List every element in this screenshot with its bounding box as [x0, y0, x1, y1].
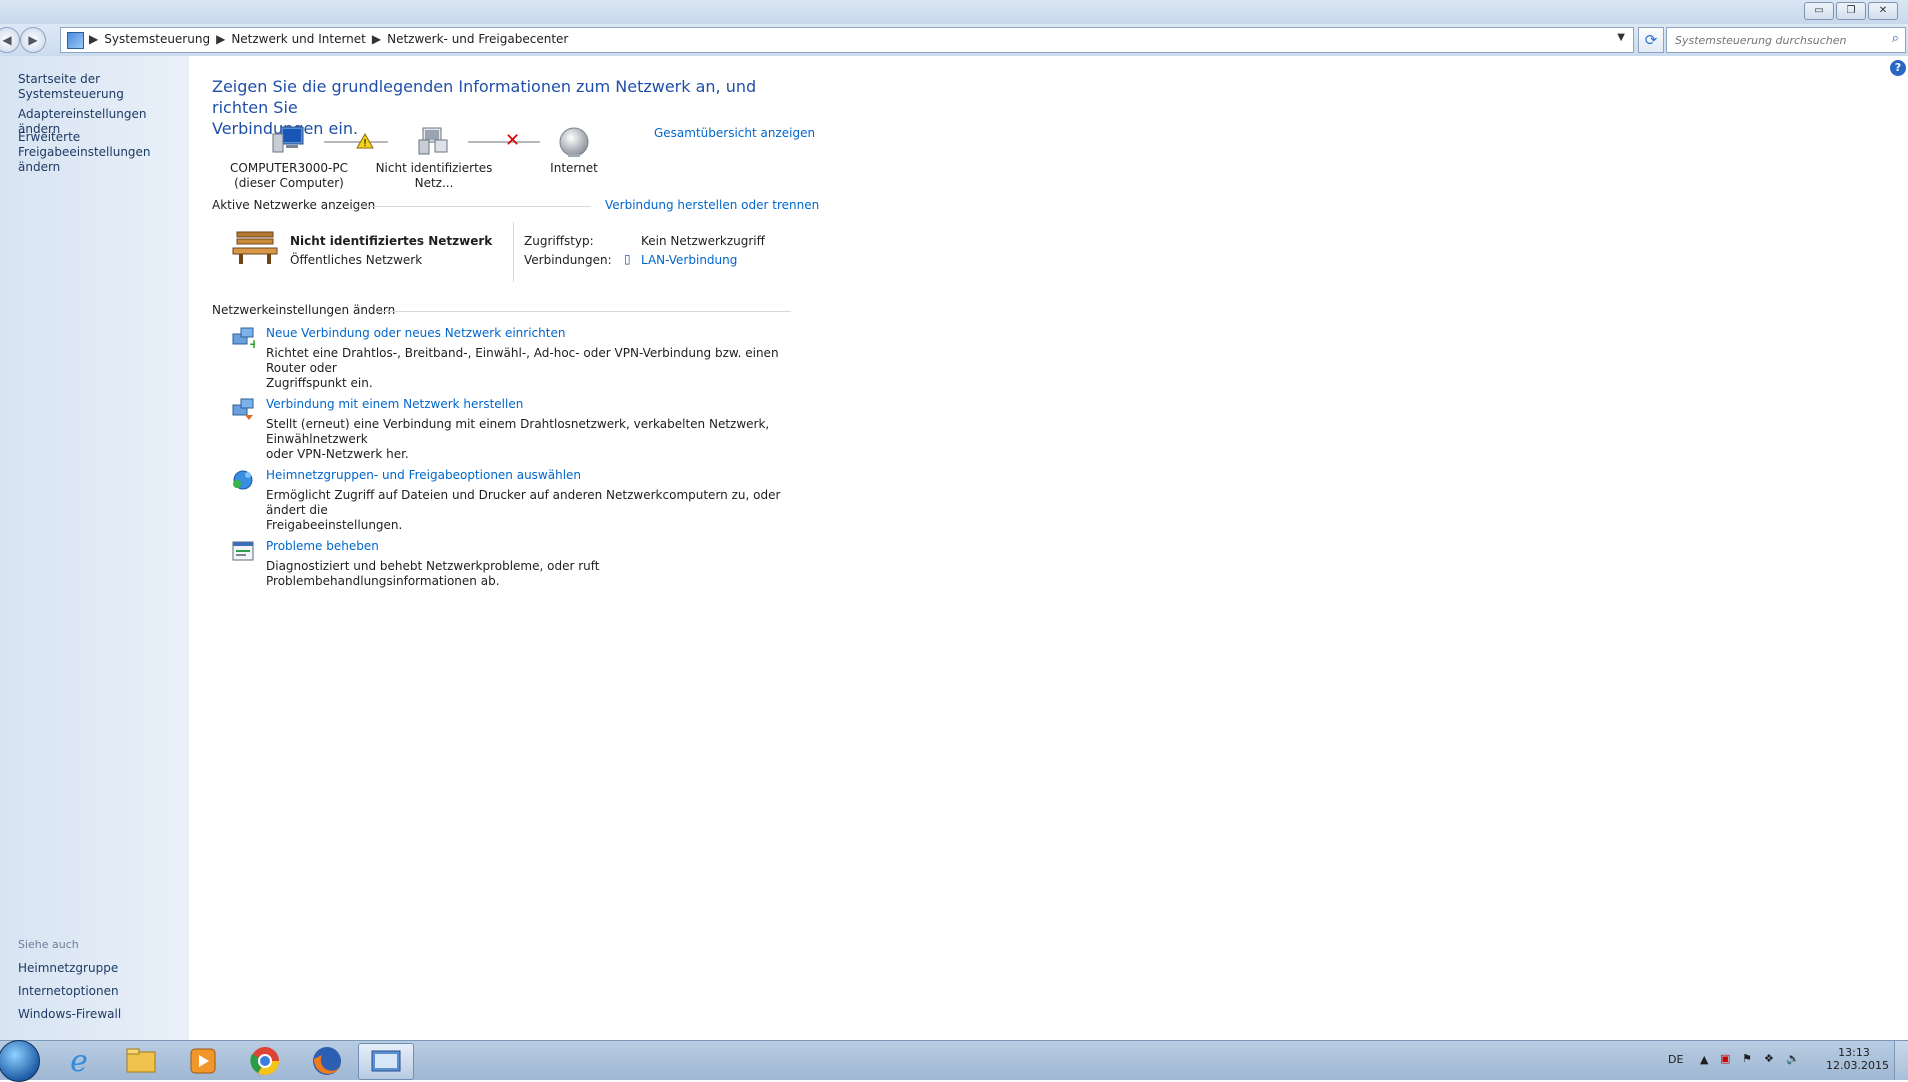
search-icon[interactable]: ⌕ [1892, 31, 1899, 46]
homegroup-icon [231, 468, 255, 492]
sidebar-item-internet-options[interactable]: Internetoptionen [18, 984, 119, 999]
breadcrumb-freigabecenter[interactable]: Netzwerk- und Freigabecenter [387, 32, 568, 46]
internet-explorer-icon[interactable]: e [52, 1043, 106, 1079]
search-box[interactable]: ⌕ [1666, 27, 1906, 53]
breadcrumb-systemsteuerung[interactable]: Systemsteuerung [104, 32, 210, 46]
lan-connection-link[interactable]: LAN-Verbindung [641, 253, 737, 267]
breadcrumb-separator-icon[interactable]: ▶ [89, 32, 98, 46]
volume-icon[interactable]: 🔊 [1786, 1052, 1800, 1065]
connect-network-icon [231, 397, 255, 421]
back-button[interactable]: ◀ [0, 27, 20, 53]
search-input[interactable] [1667, 28, 1877, 52]
task-desc-line: oder VPN-Netzwerk her. [266, 447, 409, 461]
lan-adapter-icon: ▯ [624, 252, 631, 266]
forward-button[interactable]: ▶ [20, 27, 46, 53]
navigation-bar: ◀ ▶ ▶ Systemsteuerung ▶ Netzwerk und Int… [0, 24, 1908, 56]
error-x-icon[interactable]: ✕ [505, 132, 520, 150]
control-panel-icon [67, 32, 84, 49]
computer-sub-label: (dieser Computer) [234, 176, 344, 190]
task-connect-network-title[interactable]: Verbindung mit einem Netzwerk herstellen [266, 397, 523, 411]
internet-label: Internet [550, 161, 598, 175]
media-player-icon[interactable] [176, 1043, 230, 1078]
show-desktop-button[interactable] [1894, 1041, 1908, 1080]
window-caption: ▭ ❐ ✕ [0, 0, 1908, 24]
network-icon [417, 126, 451, 156]
refresh-button[interactable]: ⟳ [1638, 27, 1664, 53]
warning-icon[interactable]: ! [356, 132, 374, 152]
task-homegroup-desc: Ermöglicht Zugriff auf Dateien und Druck… [266, 488, 796, 533]
address-dropdown-icon[interactable]: ▼ [1617, 32, 1625, 43]
full-map-link[interactable]: Gesamtübersicht anzeigen [654, 126, 815, 140]
vertical-divider [513, 222, 514, 282]
troubleshoot-icon [231, 539, 255, 563]
network-warning-tray-icon[interactable]: ▣ [1720, 1052, 1730, 1065]
divider [374, 311, 791, 312]
sidebar-item-advanced-sharing-2[interactable]: Freigabeeinstellungen ändern [18, 145, 189, 175]
action-center-tray-icon[interactable]: ⚑ [1742, 1052, 1752, 1065]
svg-text:!: ! [363, 138, 367, 149]
network-name-label: Nicht identifiziertes Netz... [375, 161, 493, 190]
dropbox-tray-icon[interactable]: ❖ [1764, 1052, 1774, 1065]
svg-text:e: e [70, 1044, 88, 1078]
task-connect-network-desc: Stellt (erneut) eine Verbindung mit eine… [266, 417, 796, 462]
divider [356, 206, 591, 207]
clock[interactable]: 13:13 12.03.2015 [1826, 1046, 1889, 1072]
task-homegroup-title[interactable]: Heimnetzgruppen- und Freigabeoptionen au… [266, 468, 581, 482]
access-type-label: Zugriffstyp: [524, 234, 594, 248]
bench-icon [231, 228, 279, 266]
task-desc-line: Richtet eine Drahtlos-, Breitband-, Einw… [266, 346, 779, 375]
page-title-line1: Zeigen Sie die grundlegenden Information… [212, 77, 757, 117]
start-button[interactable] [0, 1040, 40, 1082]
address-bar[interactable]: ▶ Systemsteuerung ▶ Netzwerk und Interne… [60, 27, 1634, 53]
task-desc-line: Zugriffspunkt ein. [266, 376, 373, 390]
active-networks-heading: Aktive Netzwerke anzeigen [212, 198, 376, 212]
sidebar: Startseite der Systemsteuerung Adapterei… [0, 56, 189, 1040]
sidebar-item-advanced-sharing[interactable]: Erweiterte [18, 130, 80, 145]
breadcrumb-separator-icon[interactable]: ▶ [216, 32, 225, 46]
task-desc-line: Diagnostiziert und behebt Netzwerkproble… [266, 559, 600, 588]
show-hidden-icons-icon[interactable]: ▲ [1700, 1053, 1708, 1066]
sidebar-item-homegroup[interactable]: Heimnetzgruppe [18, 961, 118, 976]
breadcrumb: ▶ Systemsteuerung ▶ Netzwerk und Interne… [89, 32, 568, 46]
chrome-icon[interactable] [238, 1043, 292, 1078]
svg-text:+: + [249, 337, 255, 350]
connections-label: Verbindungen: [524, 253, 612, 267]
task-new-connection-title[interactable]: Neue Verbindung oder neues Netzwerk einr… [266, 326, 565, 340]
breadcrumb-netzwerk-internet[interactable]: Netzwerk und Internet [231, 32, 366, 46]
task-desc-line: Ermöglicht Zugriff auf Dateien und Druck… [266, 488, 781, 517]
change-settings-heading: Netzwerkeinstellungen ändern [212, 303, 396, 317]
taskbar: e DE ▲ ▣ ⚑ ❖ 🔊 13:13 12.03.2015 [0, 1040, 1908, 1082]
computer-icon [271, 126, 305, 154]
see-also-heading: Siehe auch [18, 938, 79, 951]
connection-line [468, 141, 540, 143]
clock-date: 12.03.2015 [1826, 1059, 1889, 1072]
control-panel-taskbar-icon[interactable] [358, 1043, 414, 1080]
minimize-button[interactable]: ▭ [1804, 2, 1834, 20]
task-troubleshoot-desc: Diagnostiziert und behebt Netzwerkproble… [266, 559, 796, 589]
task-troubleshoot-title[interactable]: Probleme beheben [266, 539, 379, 553]
active-network-type[interactable]: Öffentliches Netzwerk [290, 253, 422, 267]
file-explorer-icon[interactable] [114, 1043, 168, 1078]
help-icon[interactable]: ? [1890, 60, 1906, 76]
restore-button[interactable]: ❐ [1836, 2, 1866, 20]
firefox-icon[interactable] [300, 1043, 354, 1078]
clock-time: 13:13 [1838, 1046, 1870, 1059]
task-desc-line: Stellt (erneut) eine Verbindung mit eine… [266, 417, 770, 446]
access-type-value: Kein Netzwerkzugriff [641, 234, 765, 248]
active-network-title: Nicht identifiziertes Netzwerk [290, 234, 493, 248]
sidebar-item-firewall[interactable]: Windows-Firewall [18, 1007, 121, 1022]
task-new-connection-desc: Richtet eine Drahtlos-, Breitband-, Einw… [266, 346, 796, 391]
connect-disconnect-link[interactable]: Verbindung herstellen oder trennen [605, 198, 819, 212]
main-content: ? Zeigen Sie die grundlegenden Informati… [189, 56, 1908, 1040]
task-desc-line: Freigabeeinstellungen. [266, 518, 403, 532]
computer-name-label: COMPUTER3000-PC [230, 161, 348, 175]
breadcrumb-separator-icon[interactable]: ▶ [372, 32, 381, 46]
sidebar-item-home[interactable]: Startseite der Systemsteuerung [18, 72, 189, 102]
internet-globe-icon [558, 126, 590, 158]
new-connection-icon: + [231, 326, 259, 351]
close-button[interactable]: ✕ [1868, 2, 1898, 20]
language-indicator[interactable]: DE [1668, 1053, 1683, 1066]
